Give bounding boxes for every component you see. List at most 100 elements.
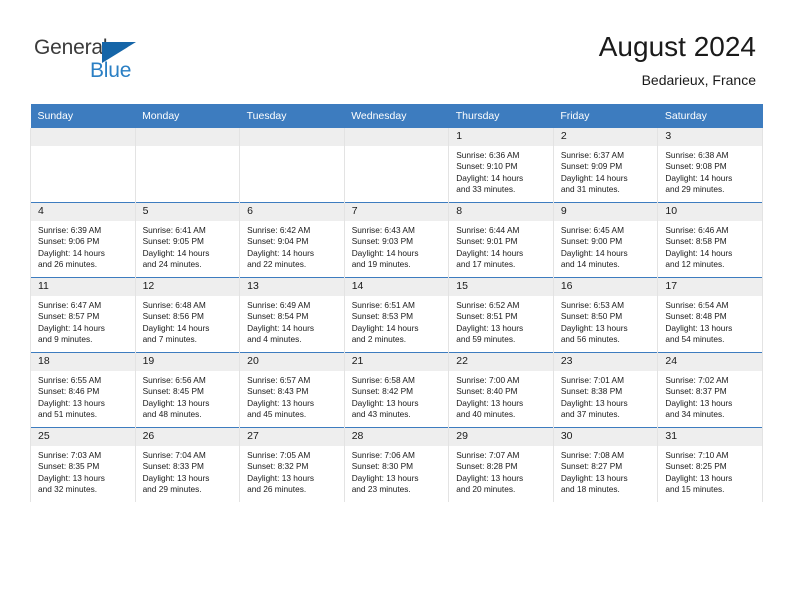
day-number: 16: [553, 278, 658, 296]
sunset-time: Sunset: 8:46 PM: [38, 386, 100, 397]
calendar-day-cell[interactable]: 10 Sunrise: 6:46 AM Sunset: 8:58 PM Dayligh…: [657, 202, 763, 278]
calendar-week-row: 11 Sunrise: 6:47 AM Sunset: 8:57 PM Dayligh…: [30, 277, 763, 353]
calendar-day-cell[interactable]: 31 Sunrise: 7:10 AM Sunset: 8:25 PM Dayligh…: [657, 427, 763, 502]
sunset-time: Sunset: 9:03 PM: [351, 236, 414, 247]
title-block: August 2024 Bedarieux, France: [599, 30, 756, 90]
calendar-day-cell[interactable]: 18 Sunrise: 6:55 AM Sunset: 8:46 PM Dayligh…: [30, 352, 136, 428]
calendar-day-cell[interactable]: 17 Sunrise: 6:54 AM Sunset: 8:48 PM Dayligh…: [657, 277, 763, 353]
daylight-duration-line2: and 18 minutes.: [560, 484, 620, 495]
calendar-day-cell[interactable]: 28 Sunrise: 7:06 AM Sunset: 8:30 PM Dayligh…: [343, 427, 450, 502]
daylight-duration-line2: and 29 minutes.: [665, 184, 725, 195]
sunset-time: Sunset: 8:27 PM: [560, 461, 623, 472]
sunrise-time: Sunrise: 6:56 AM: [142, 375, 206, 385]
daylight-duration-line1: Daylight: 13 hours: [351, 397, 419, 408]
daylight-duration-line1: Daylight: 13 hours: [560, 322, 628, 333]
day-number: 14: [344, 278, 449, 296]
calendar-day-cell[interactable]: 24 Sunrise: 7:02 AM Sunset: 8:37 PM Dayligh…: [657, 352, 763, 428]
calendar-day-cell[interactable]: 8 Sunrise: 6:44 AM Sunset: 9:01 PM Daylight…: [448, 202, 554, 278]
day-details: Sunrise: 6:55 AM Sunset: 8:46 PM Daylight:…: [31, 371, 135, 421]
day-details: Sunrise: 6:44 AM Sunset: 9:01 PM Daylight:…: [449, 221, 553, 271]
calendar-week-row: 25 Sunrise: 7:03 AM Sunset: 8:35 PM Dayligh…: [30, 427, 763, 502]
calendar-day-cell[interactable]: 26 Sunrise: 7:04 AM Sunset: 8:33 PM Dayligh…: [134, 427, 241, 502]
daylight-duration-line1: Daylight: 13 hours: [142, 472, 210, 483]
daylight-duration-line1: Daylight: 13 hours: [560, 397, 628, 408]
sunrise-time: Sunrise: 6:47 AM: [38, 300, 102, 310]
calendar-day-cell[interactable]: 1 Sunrise: 6:36 AM Sunset: 9:10 PM Daylight…: [448, 128, 554, 203]
daylight-duration-line1: Daylight: 14 hours: [351, 322, 419, 333]
calendar-day-cell[interactable]: 29 Sunrise: 7:07 AM Sunset: 8:28 PM Dayligh…: [448, 427, 554, 502]
daylight-duration-line1: Daylight: 14 hours: [665, 172, 733, 183]
sunrise-time: Sunrise: 6:45 AM: [560, 225, 624, 235]
daylight-duration-line1: Daylight: 14 hours: [456, 247, 524, 258]
sunset-time: Sunset: 8:37 PM: [665, 386, 727, 397]
calendar-day-cell[interactable]: 30 Sunrise: 7:08 AM Sunset: 8:27 PM Dayligh…: [552, 427, 659, 502]
daylight-duration-line1: Daylight: 14 hours: [560, 247, 628, 258]
sunrise-time: Sunrise: 6:37 AM: [560, 150, 624, 160]
calendar-day-cell[interactable]: 22 Sunrise: 7:00 AM Sunset: 8:40 PM Dayligh…: [448, 352, 554, 428]
day-number: [135, 128, 240, 146]
calendar-day-cell[interactable]: 6 Sunrise: 6:42 AM Sunset: 9:04 PM Daylight…: [239, 202, 345, 278]
sunrise-time: Sunrise: 6:38 AM: [665, 150, 729, 160]
day-number: 3: [658, 128, 762, 146]
calendar-day-cell[interactable]: 3 Sunrise: 6:38 AM Sunset: 9:08 PM Daylight…: [657, 128, 763, 203]
day-number: 20: [240, 353, 344, 371]
day-number: 7: [344, 203, 449, 221]
daylight-duration-line1: Daylight: 13 hours: [665, 397, 733, 408]
calendar-day-cell[interactable]: 13 Sunrise: 6:49 AM Sunset: 8:54 PM Dayligh…: [239, 277, 345, 353]
day-details: Sunrise: 7:03 AM Sunset: 8:35 PM Daylight:…: [31, 446, 135, 496]
calendar-day-cell[interactable]: 5 Sunrise: 6:41 AM Sunset: 9:05 PM Daylight…: [134, 202, 241, 278]
calendar-day-cell[interactable]: 27 Sunrise: 7:05 AM Sunset: 8:32 PM Dayligh…: [239, 427, 345, 502]
calendar-day-cell-empty: [239, 128, 345, 203]
day-number: 12: [135, 278, 240, 296]
calendar-day-cell[interactable]: 25 Sunrise: 7:03 AM Sunset: 8:35 PM Dayligh…: [30, 427, 136, 502]
calendar-day-cell[interactable]: 7 Sunrise: 6:43 AM Sunset: 9:03 PM Daylight…: [343, 202, 450, 278]
day-number: 4: [31, 203, 135, 221]
daylight-duration-line1: Daylight: 13 hours: [665, 322, 733, 333]
calendar-day-cell[interactable]: 19 Sunrise: 6:56 AM Sunset: 8:45 PM Dayligh…: [134, 352, 241, 428]
sunset-time: Sunset: 8:25 PM: [665, 461, 727, 472]
sunrise-time: Sunrise: 7:01 AM: [560, 375, 624, 385]
day-details: Sunrise: 6:52 AM Sunset: 8:51 PM Daylight:…: [449, 296, 553, 346]
day-number: 6: [240, 203, 344, 221]
calendar-day-cell[interactable]: 11 Sunrise: 6:47 AM Sunset: 8:57 PM Dayligh…: [30, 277, 136, 353]
general-blue-logo: General Blue: [34, 36, 164, 84]
sunrise-time: Sunrise: 7:02 AM: [665, 375, 729, 385]
day-number: [31, 128, 135, 146]
calendar-day-cell[interactable]: 23 Sunrise: 7:01 AM Sunset: 8:38 PM Dayligh…: [552, 352, 659, 428]
calendar-day-cell[interactable]: 15 Sunrise: 6:52 AM Sunset: 8:51 PM Dayligh…: [448, 277, 554, 353]
daylight-duration-line2: and 22 minutes.: [247, 259, 307, 270]
daylight-duration-line2: and 45 minutes.: [247, 409, 307, 420]
day-details: Sunrise: 6:43 AM Sunset: 9:03 PM Daylight:…: [345, 221, 449, 271]
day-details: Sunrise: 7:04 AM Sunset: 8:33 PM Daylight:…: [136, 446, 240, 496]
calendar-day-cell[interactable]: 4 Sunrise: 6:39 AM Sunset: 9:06 PM Daylight…: [30, 202, 136, 278]
daylight-duration-line2: and 59 minutes.: [456, 334, 516, 345]
weekday-header-thursday: Thursday: [448, 104, 554, 128]
day-details: Sunrise: 7:01 AM Sunset: 8:38 PM Daylight:…: [554, 371, 658, 421]
calendar-day-cell[interactable]: 14 Sunrise: 6:51 AM Sunset: 8:53 PM Dayligh…: [343, 277, 450, 353]
calendar-grid: Sunday Monday Tuesday Wednesday Thursday…: [30, 104, 763, 502]
sunrise-time: Sunrise: 6:53 AM: [560, 300, 624, 310]
sunrise-time: Sunrise: 7:07 AM: [456, 450, 520, 460]
day-number: 9: [553, 203, 658, 221]
calendar-day-cell[interactable]: 16 Sunrise: 6:53 AM Sunset: 8:50 PM Dayligh…: [552, 277, 659, 353]
sunset-time: Sunset: 8:56 PM: [142, 311, 204, 322]
day-details: Sunrise: 7:00 AM Sunset: 8:40 PM Daylight:…: [449, 371, 553, 421]
daylight-duration-line2: and 43 minutes.: [351, 409, 411, 420]
calendar-day-cell[interactable]: 12 Sunrise: 6:48 AM Sunset: 8:56 PM Dayligh…: [134, 277, 241, 353]
logo-text-general: General: [34, 36, 108, 59]
day-number: 24: [658, 353, 762, 371]
calendar-day-cell[interactable]: 9 Sunrise: 6:45 AM Sunset: 9:00 PM Daylight…: [552, 202, 659, 278]
day-details: Sunrise: 7:08 AM Sunset: 8:27 PM Daylight:…: [554, 446, 658, 496]
sunrise-time: Sunrise: 7:10 AM: [665, 450, 729, 460]
day-number: 15: [449, 278, 553, 296]
day-number: 10: [658, 203, 762, 221]
calendar-day-cell[interactable]: 21 Sunrise: 6:58 AM Sunset: 8:42 PM Dayligh…: [343, 352, 450, 428]
sunrise-time: Sunrise: 6:43 AM: [351, 225, 415, 235]
sunrise-time: Sunrise: 7:00 AM: [456, 375, 520, 385]
daylight-duration-line2: and 40 minutes.: [456, 409, 516, 420]
calendar-day-cell[interactable]: 20 Sunrise: 6:57 AM Sunset: 8:43 PM Dayligh…: [239, 352, 345, 428]
calendar-day-cell[interactable]: 2 Sunrise: 6:37 AM Sunset: 9:09 PM Daylight…: [552, 128, 659, 203]
daylight-duration-line1: Daylight: 14 hours: [142, 322, 210, 333]
day-details: Sunrise: 6:41 AM Sunset: 9:05 PM Daylight:…: [136, 221, 240, 271]
day-number: 11: [31, 278, 135, 296]
